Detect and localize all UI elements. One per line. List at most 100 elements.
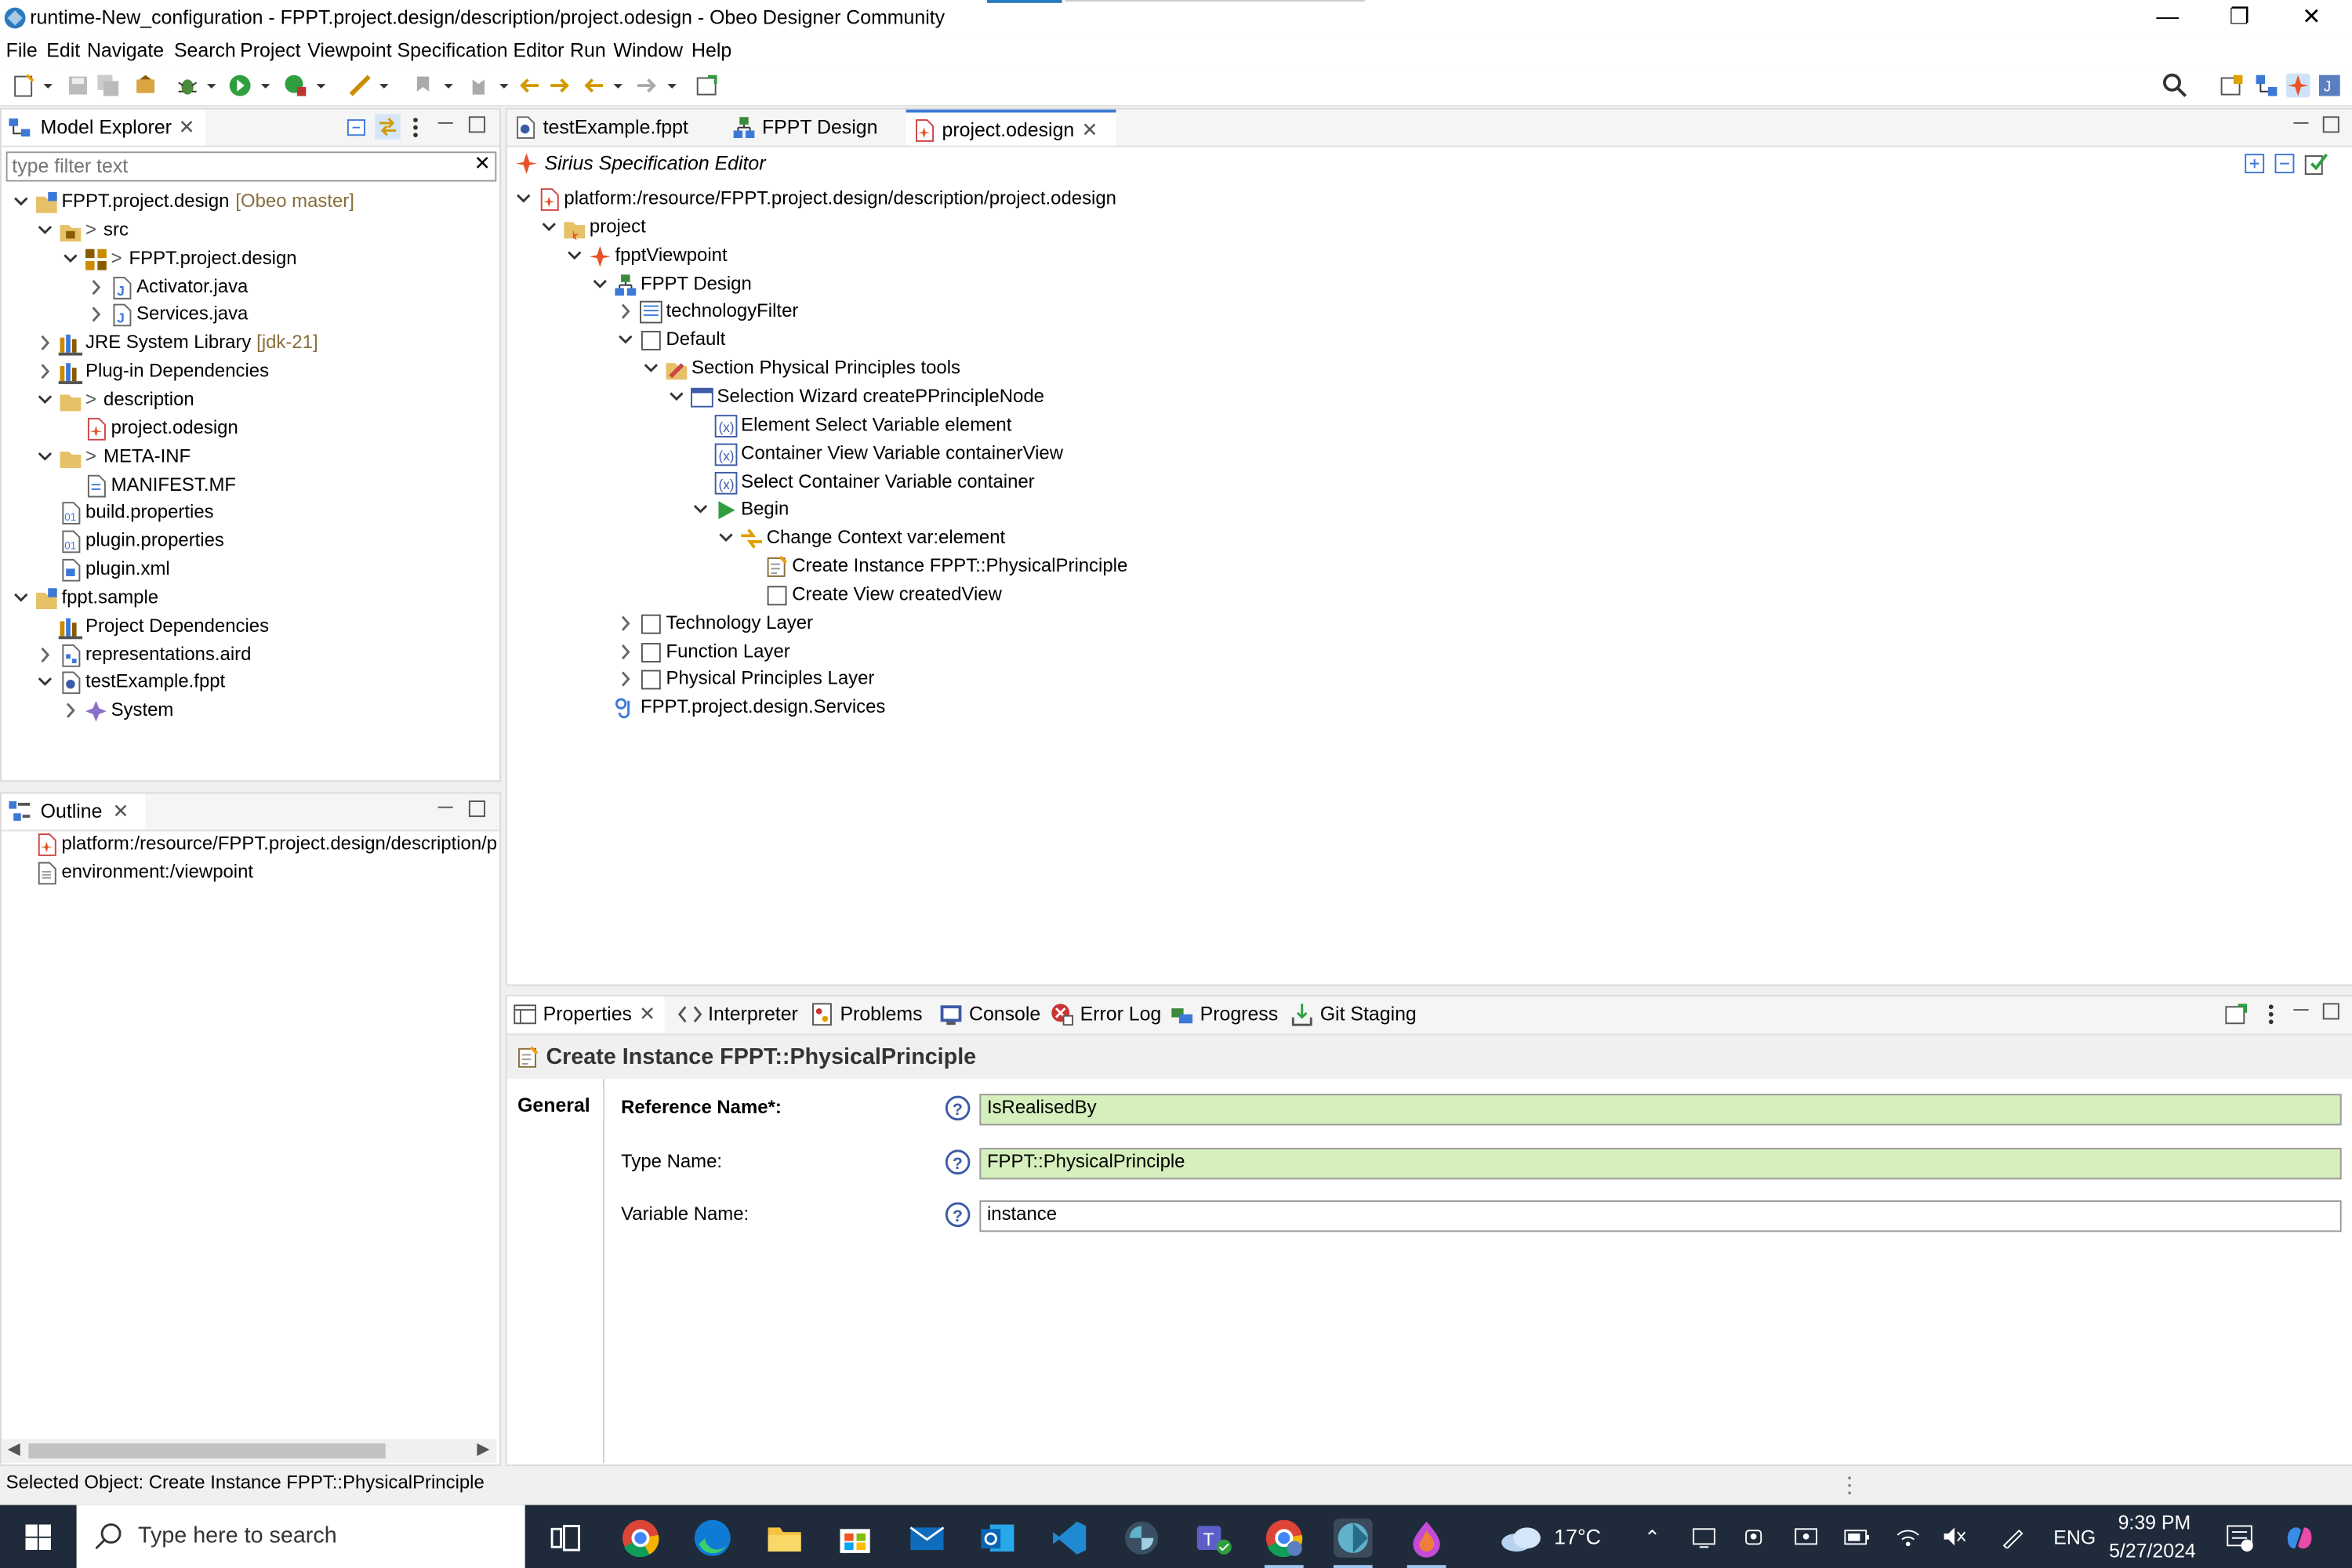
forward-edit-icon[interactable] [547, 74, 572, 98]
volume-muted-icon[interactable] [1943, 1526, 1967, 1547]
clear-filter-icon[interactable]: ✕ [474, 151, 491, 176]
maximize-view-icon[interactable] [468, 115, 486, 133]
outline-minimize-icon[interactable] [437, 798, 455, 816]
collapse-tree-icon[interactable] [2274, 153, 2296, 174]
chevron-right-icon[interactable] [34, 358, 56, 386]
forward-dropdown-icon[interactable] [666, 74, 678, 98]
collapse-all-icon[interactable] [345, 115, 369, 140]
build-icon[interactable] [133, 74, 158, 98]
chevron-down-icon[interactable] [34, 216, 56, 244]
chevron-down-icon[interactable] [564, 241, 585, 270]
chevron-down-icon[interactable] [539, 212, 560, 241]
external-tools-icon[interactable] [284, 74, 308, 98]
chevron-down-icon[interactable] [615, 326, 636, 354]
view-menu-icon[interactable] [409, 115, 421, 140]
chevron-down-icon[interactable] [641, 354, 662, 383]
help-icon[interactable]: ? [945, 1095, 971, 1121]
show-hidden-icons-icon[interactable]: ⌃ [1644, 1526, 1661, 1550]
menu-viewpoint-specification-editor[interactable]: Viewpoint Specification Editor [307, 39, 564, 62]
chevron-down-icon[interactable] [666, 383, 688, 411]
tab-testexample-fppt[interactable]: testExample.fppt [507, 110, 711, 146]
tab-model-explorer[interactable]: Model Explorer ✕ [1, 109, 206, 146]
editor-maximize-icon[interactable] [2322, 115, 2340, 133]
next-annotation-icon[interactable] [411, 74, 435, 98]
tab-error-log[interactable]: Error Log [1044, 996, 1161, 1033]
chevron-right-icon[interactable] [615, 637, 636, 666]
debug-dropdown-icon[interactable] [205, 74, 217, 98]
tab-project-odesign[interactable]: project.odesign ✕ [906, 109, 1116, 149]
chevron-right-icon[interactable] [60, 697, 82, 725]
close-properties-icon[interactable]: ✕ [639, 996, 655, 1033]
open-type-dropdown-icon[interactable] [378, 74, 390, 98]
validate-icon[interactable] [2304, 151, 2328, 176]
back-icon[interactable] [582, 74, 606, 98]
field-input[interactable]: instance [979, 1200, 2342, 1232]
teams-icon[interactable]: T [1194, 1519, 1233, 1558]
run-dropdown-icon[interactable] [260, 74, 271, 98]
menu-run[interactable]: Run [570, 39, 606, 62]
field-input[interactable]: IsRealisedBy [979, 1094, 2342, 1126]
chevron-right-icon[interactable] [615, 666, 636, 694]
tab-fppt-design[interactable]: FPPT Design [726, 110, 898, 146]
tab-problems[interactable]: Problems [804, 996, 931, 1033]
properties-minimize-icon[interactable] [2292, 1001, 2310, 1019]
save-icon[interactable] [66, 74, 90, 98]
store-icon[interactable] [836, 1519, 875, 1558]
copilot-icon[interactable] [2283, 1522, 2316, 1555]
chevron-down-icon[interactable] [34, 442, 56, 470]
outline-maximize-icon[interactable] [468, 800, 486, 818]
properties-maximize-icon[interactable] [2322, 1002, 2340, 1020]
obeo-designer-icon[interactable] [1333, 1518, 1373, 1558]
new-icon[interactable] [12, 74, 36, 98]
menu-window[interactable]: Window [614, 39, 683, 62]
prev-annotation-dropdown-icon[interactable] [498, 74, 510, 98]
save-all-icon[interactable] [96, 74, 120, 98]
menu-edit[interactable]: Edit [46, 39, 80, 62]
expand-all-icon[interactable] [2244, 153, 2265, 174]
edge-icon[interactable] [693, 1519, 732, 1558]
chevron-right-icon[interactable] [615, 609, 636, 637]
sirius-perspective-icon[interactable] [2285, 73, 2310, 98]
chrome-profile-icon[interactable] [1265, 1519, 1304, 1558]
tab-properties[interactable]: Properties ✕ [506, 996, 665, 1033]
run-icon[interactable] [228, 74, 252, 98]
chevron-down-icon[interactable] [590, 270, 611, 298]
task-view-icon[interactable] [546, 1519, 585, 1558]
weather-temperature[interactable]: 17°C [1554, 1525, 1601, 1549]
tab-interpreter[interactable]: Interpreter [672, 996, 801, 1033]
new-dropdown-icon[interactable] [42, 74, 54, 98]
next-annotation-dropdown-icon[interactable] [442, 74, 454, 98]
file-explorer-icon[interactable] [765, 1519, 804, 1558]
minimize-view-icon[interactable] [437, 114, 455, 132]
close-outline-icon[interactable]: ✕ [112, 793, 129, 829]
tab-git-staging[interactable]: Git Staging [1284, 996, 1434, 1033]
wifi-icon[interactable] [1896, 1526, 1920, 1547]
last-edit-icon[interactable] [517, 74, 542, 98]
field-input[interactable]: FPPT::PhysicalPrinciple [979, 1147, 2342, 1179]
filter-input[interactable] [12, 153, 463, 177]
chevron-down-icon[interactable] [60, 244, 82, 272]
back-dropdown-icon[interactable] [612, 74, 624, 98]
meet-tray-icon[interactable] [1743, 1526, 1767, 1550]
scroll-left-icon[interactable]: ◀ [8, 1439, 20, 1458]
scrollbar-thumb[interactable] [28, 1443, 386, 1459]
tab-progress[interactable]: Progress [1164, 996, 1281, 1033]
mail-icon[interactable] [908, 1519, 947, 1558]
chevron-down-icon[interactable] [34, 386, 56, 414]
chevron-right-icon[interactable] [34, 329, 56, 358]
open-type-icon[interactable] [348, 74, 372, 98]
chevron-right-icon[interactable] [85, 301, 107, 329]
chevron-right-icon[interactable] [34, 640, 56, 668]
close-editor-tab-icon[interactable]: ✕ [1081, 113, 1098, 149]
horizontal-scrollbar[interactable]: ◀ ▶ [1, 1439, 497, 1464]
chevron-down-icon[interactable] [716, 524, 737, 552]
open-perspective-icon[interactable] [2220, 74, 2245, 98]
paint-icon[interactable] [1407, 1519, 1446, 1558]
menu-help[interactable]: Help [691, 39, 731, 62]
link-with-editor-icon[interactable] [375, 114, 401, 140]
section-tab-general[interactable]: General [506, 1089, 604, 1123]
vscode-icon[interactable] [1050, 1519, 1089, 1558]
chevron-right-icon[interactable] [615, 298, 636, 326]
forward-icon[interactable] [634, 74, 659, 98]
taskbar-search-box[interactable]: Type here to search [76, 1504, 525, 1568]
